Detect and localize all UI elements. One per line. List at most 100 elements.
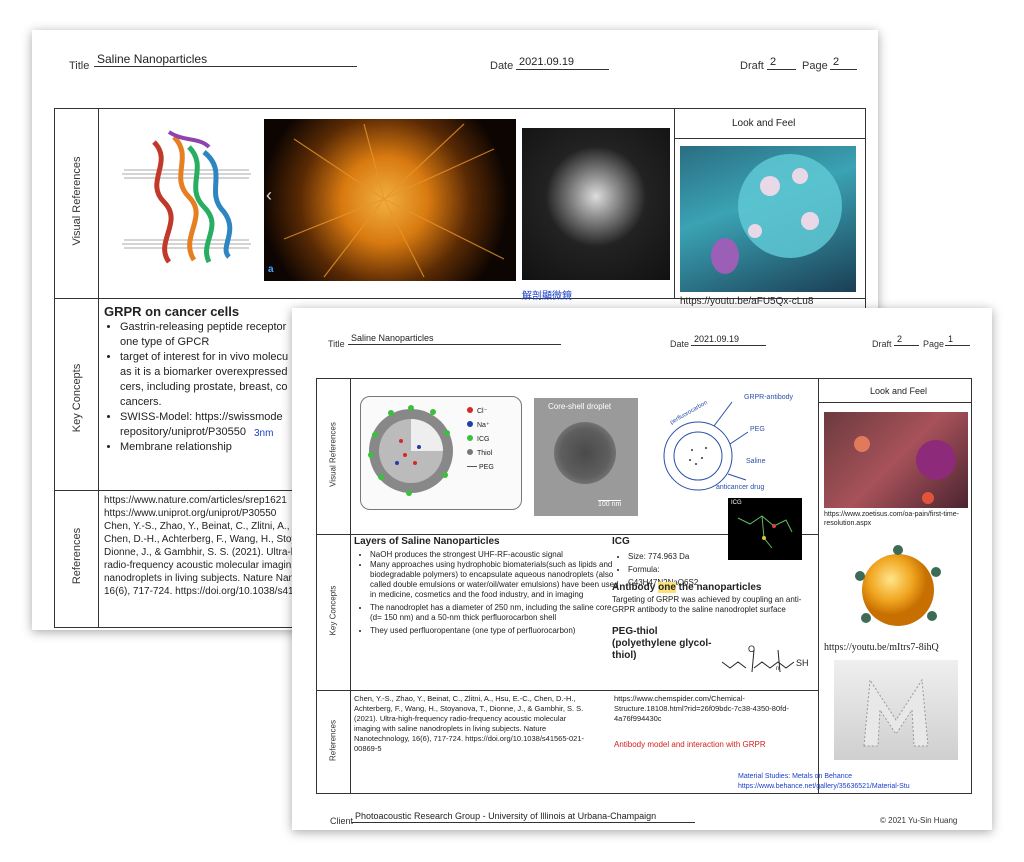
sem-cell-image [522, 128, 670, 280]
row-label-visual: Visual References [328, 422, 338, 487]
row-label-references: References [328, 720, 338, 761]
nanoparticle-diagram: Cl⁻ Na⁺ ICG Thiol PEG [360, 396, 522, 510]
page-label: Page [802, 60, 828, 72]
title-label: Title [328, 339, 345, 349]
tem-droplet-image: Core-shell droplet 100 nm [534, 398, 638, 516]
draft-label: Draft [740, 60, 764, 72]
row-label-key-concepts: Key Concepts [328, 585, 338, 636]
list-item: Gastrin-releasing peptide receptor [120, 320, 288, 335]
list-item: The nanodroplet has a diameter of 250 nm… [370, 603, 620, 623]
date-label: Date [490, 60, 514, 72]
sketch-label-saline: Saline [746, 458, 766, 465]
material-url[interactable]: https://www.behance.net/gallery/35636521… [738, 783, 910, 790]
title-label: Title [69, 60, 90, 72]
formula-sh: SH [796, 658, 809, 668]
nanoparticle-sketch [663, 401, 749, 491]
title-field: Saline Nanoparticles [94, 52, 357, 67]
client-label: Client [330, 816, 354, 826]
protein-structure-image [122, 130, 251, 264]
legend-label: Thiol [477, 450, 493, 457]
formula-oxygen: O [748, 644, 756, 654]
legend-label: PEG [479, 464, 494, 471]
page-field: 1 [945, 333, 970, 346]
row-label-visual: Visual References [71, 156, 83, 246]
date-field: 2021.09.19 [516, 55, 609, 70]
list-item: cers, including prostate, breast, co [120, 381, 288, 393]
list-item: SWISS-Model: https://swissmode [120, 410, 288, 425]
row-label-references: References [71, 527, 83, 585]
formula-n: n [776, 666, 780, 672]
list-item: cancers. [120, 396, 162, 408]
peg-line-icon [467, 466, 477, 468]
look-and-feel-url-1[interactable]: https://www.zoetisus.com/oa-pain/first-t… [824, 510, 970, 528]
list-item: Size: 774.963 Da [628, 550, 722, 563]
date-field: 2021.09.19 [691, 333, 766, 346]
reference-line: 16(6), 717-724. https://doi.org/10.1038/… [104, 586, 300, 597]
row-label-key-concepts: Key Concepts [71, 363, 83, 433]
date-label: Date [670, 339, 690, 349]
thiol-dot-icon [467, 449, 473, 455]
reference-line: Dionne, J., & Gambhir, S. S. (2021). Ult… [104, 547, 305, 558]
reference-line: Chen, Y.-S., Zhao, Y., Beinat, C., Zlitn… [104, 521, 305, 532]
reference-line[interactable]: https://www.uniprot.org/uniprot/P30550 [104, 507, 304, 520]
look-and-feel-url-2[interactable]: https://youtu.be/mItrs7-8ihQ [824, 642, 939, 653]
reference-line: Chen, D.-H., Achterberg, F., Wang, H., S… [104, 534, 303, 545]
look-and-feel-image-2 [838, 536, 956, 638]
material-study-image [834, 660, 958, 760]
look-and-feel-image-1 [824, 412, 968, 508]
look-and-feel-image [680, 146, 856, 292]
key-concepts-heading: GRPR on cancer cells [104, 304, 240, 319]
chloride-dot-icon [467, 407, 473, 413]
prev-arrow-icon[interactable]: ‹ [266, 185, 272, 206]
panel-label: a [268, 264, 274, 275]
legend-label: Cl⁻ [477, 408, 488, 415]
reference-line: nanodroplets in living subjects. Nature … [104, 573, 295, 584]
draft-field: 2 [767, 55, 796, 70]
tem-title: Core-shell droplet [548, 402, 612, 411]
look-and-feel-header: Look and Feel [732, 118, 796, 129]
list-item: Many approaches using hydrophobic biomat… [370, 560, 620, 600]
list-item: NaOH produces the strongest UHF-RF-acous… [370, 550, 620, 560]
sketch-label-drug: anticancer drug [716, 484, 765, 491]
antibody-heading: Antibody one the nanoparticles [612, 582, 762, 593]
copyright: © 2021 Yu-Sin Huang [880, 816, 958, 825]
icg-dot-icon [467, 435, 473, 441]
reference-line[interactable]: https://www.nature.com/articles/srep1621 [104, 494, 304, 507]
list-item: Membrane relationship [120, 440, 288, 455]
icg-heading: ICG [612, 536, 630, 547]
look-and-feel-header: Look and Feel [870, 386, 928, 396]
material-caption[interactable]: Material Studies: Metals on Behance [738, 773, 852, 780]
reference-line: radio-frequency acoustic molecular imagi… [104, 560, 292, 571]
highlight-one: one [658, 582, 676, 593]
legend-label: ICG [477, 436, 490, 443]
cancer-cell-micrograph: a ‹ [264, 119, 516, 281]
draft-field: 2 [894, 333, 919, 346]
tem-scale-bar: 100 nm [598, 500, 622, 508]
client-field: Photoacoustic Research Group - Universit… [352, 810, 695, 823]
references-red-note: Antibody model and interaction with GRPR [614, 740, 766, 749]
layers-heading: Layers of Saline Nanoparticles [354, 536, 500, 547]
references-block: https://www.nature.com/articles/srep1621… [104, 494, 304, 598]
sem-caption[interactable]: 解剖顯微鏡 [522, 287, 572, 302]
page-field: 2 [830, 55, 857, 70]
icg-structure-thumbnail: ICG [728, 498, 802, 560]
list-item: one type of GPCR [120, 336, 210, 348]
annotation-3nm: 3nm [254, 428, 274, 439]
list-item: target of interest for in vivo molecu [120, 350, 288, 365]
peg-heading: PEG-thiol (polyethylene glycol-thiol) [612, 626, 712, 661]
sodium-dot-icon [467, 421, 473, 427]
list-item: as it is a biomarker overexpressed [120, 366, 288, 378]
antibody-text: Targeting of GRPR was achieved by coupli… [612, 595, 802, 614]
layers-list: NaOH produces the strongest UHF-RF-acous… [354, 550, 620, 636]
legend-label: Na⁺ [477, 422, 490, 429]
title-field: Saline Nanoparticles [348, 332, 561, 345]
sketch-label-antibody: GRPR-antibody [744, 394, 794, 401]
references-right[interactable]: https://www.chemspider.com/Chemical-Stru… [614, 694, 804, 724]
look-and-feel-url[interactable]: https://youtu.be/aFU5Qx-cLu8 [680, 296, 813, 307]
references-left: Chen, Y.-S., Zhao, Y., Beinat, C., Zlitn… [354, 694, 585, 753]
list-item: They used perfluoropentane (one type of … [370, 626, 620, 636]
page-1-sheet: Title Saline Nanoparticles Date 2021.09.… [292, 308, 992, 830]
page-label: Page [923, 339, 945, 349]
draft-label: Draft [872, 339, 892, 349]
sketch-label-peg: PEG [750, 426, 765, 433]
